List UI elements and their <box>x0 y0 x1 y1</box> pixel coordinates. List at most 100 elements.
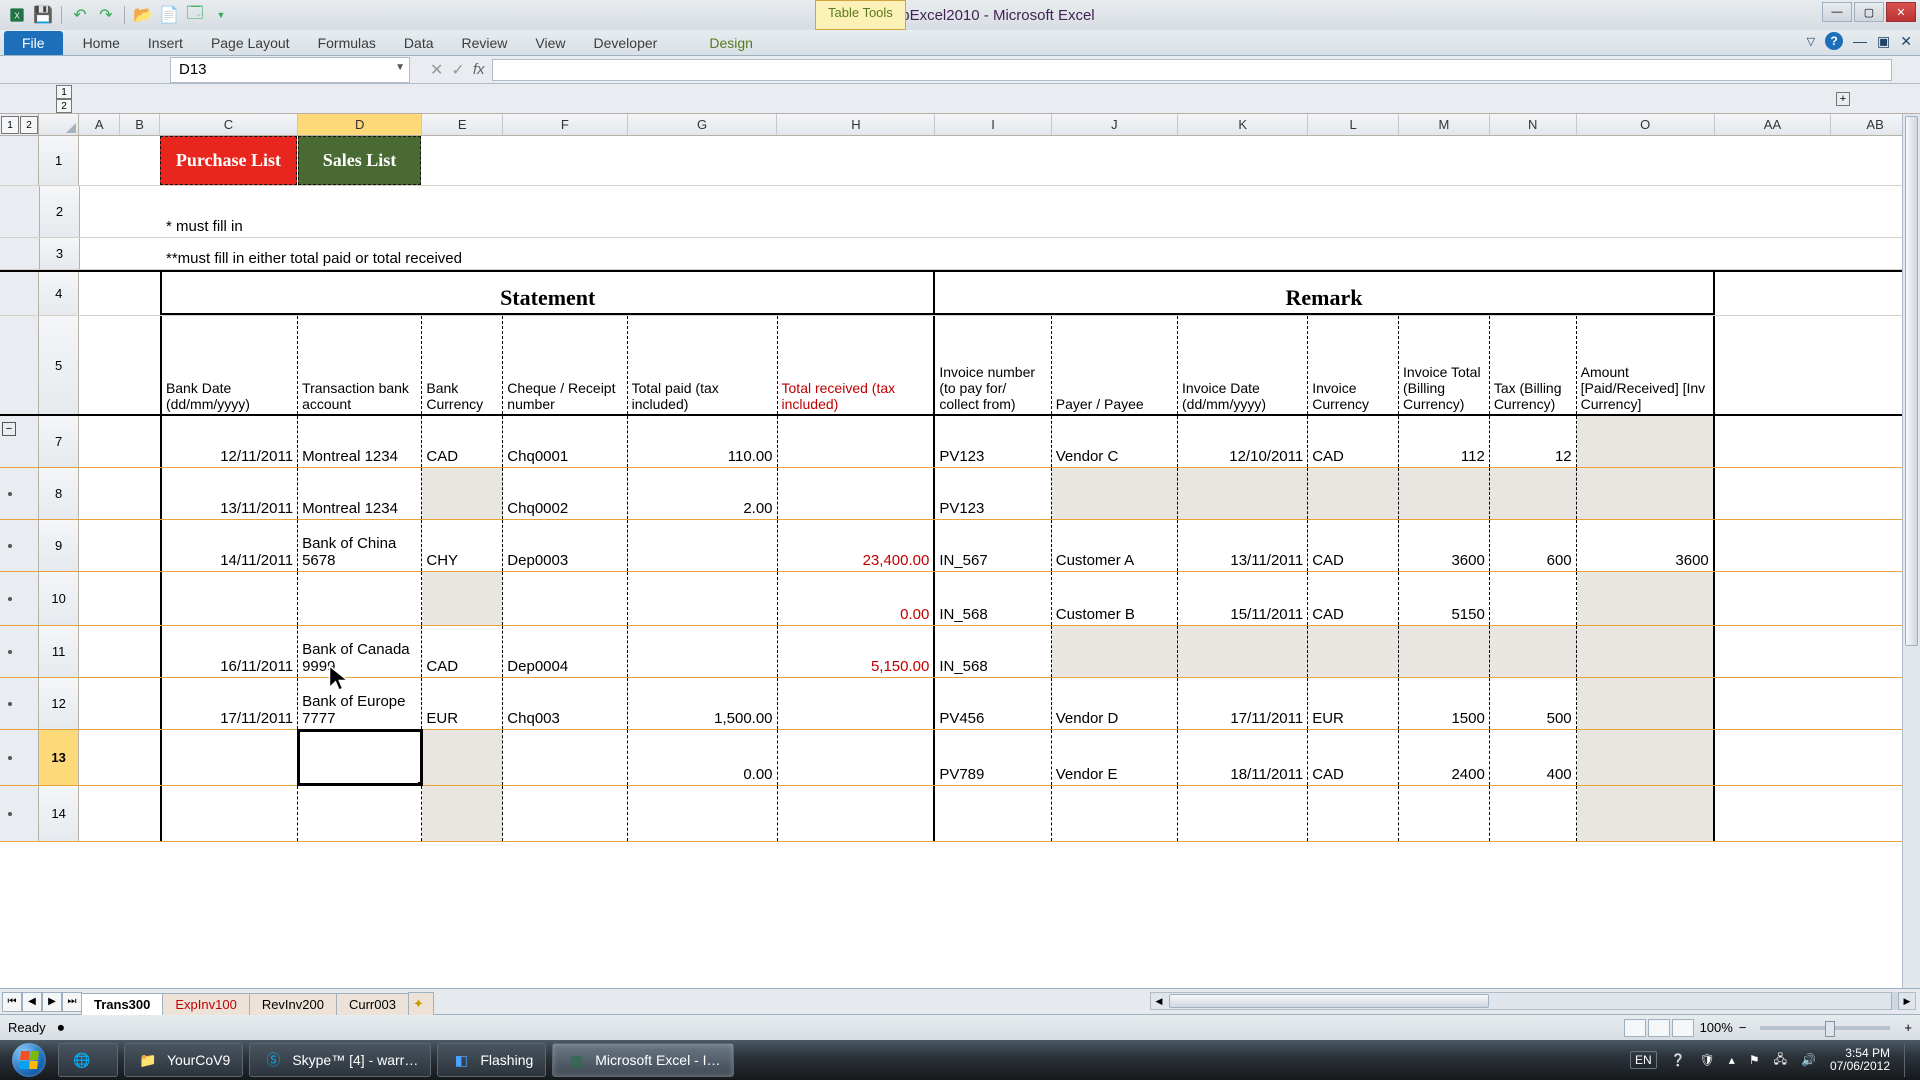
tab-file[interactable]: File <box>4 31 63 55</box>
view-page-break-icon[interactable] <box>1672 1019 1694 1037</box>
col-header-N[interactable]: N <box>1490 114 1577 135</box>
row-header-9[interactable]: 9 <box>39 520 78 571</box>
spreadsheet-grid[interactable]: 1 2 A B C D E F G H I J K L M N O AA AB … <box>0 114 1920 988</box>
cell[interactable]: 12/10/2011 <box>1178 416 1308 467</box>
purchase-list-button[interactable]: Purchase List <box>160 136 298 185</box>
row-header-10[interactable]: 10 <box>39 572 78 625</box>
header-bank-currency[interactable]: Bank Currency <box>422 316 503 414</box>
cell[interactable]: CAD <box>1308 416 1399 467</box>
col-header-G[interactable]: G <box>628 114 778 135</box>
group-header-statement[interactable]: Statement <box>160 272 935 315</box>
undo-icon[interactable]: ↶ <box>69 4 91 26</box>
cell[interactable] <box>79 136 121 185</box>
zoom-slider[interactable] <box>1760 1026 1890 1030</box>
name-box[interactable]: D13 ▼ <box>170 57 410 83</box>
row-header-1[interactable]: 1 <box>39 136 78 185</box>
col-header-E[interactable]: E <box>422 114 503 135</box>
cell[interactable]: PV123 <box>935 416 1051 467</box>
maximize-button[interactable]: ▢ <box>1854 2 1884 22</box>
tray-flag-icon[interactable]: ⚑ <box>1749 1053 1760 1067</box>
cell[interactable]: Vendor C <box>1052 416 1178 467</box>
col-header-K[interactable]: K <box>1178 114 1308 135</box>
cell[interactable]: 112 <box>1399 416 1490 467</box>
save-icon[interactable]: 💾 <box>32 4 54 26</box>
sheet-tab[interactable]: RevInv200 <box>249 993 337 1015</box>
outline-row-level-1[interactable]: 1 <box>1 116 19 134</box>
tray-help-icon[interactable]: ❔ <box>1671 1053 1686 1067</box>
cell[interactable] <box>1577 416 1715 467</box>
outline-col-level-1[interactable]: 1 <box>56 85 72 99</box>
header-amount[interactable]: Amount [Paid/Received] [Inv Currency] <box>1577 316 1715 414</box>
tab-developer[interactable]: Developer <box>580 31 672 55</box>
horizontal-scrollbar[interactable]: ◀ ▶ <box>1150 992 1916 1010</box>
note-1[interactable]: * must fill in <box>162 186 1748 237</box>
tab-design[interactable]: Design <box>695 31 767 55</box>
col-header-L[interactable]: L <box>1308 114 1399 135</box>
header-total-received[interactable]: Total received (tax included) <box>778 316 936 414</box>
col-header-O[interactable]: O <box>1577 114 1715 135</box>
workbook-restore-icon[interactable]: ▣ <box>1877 33 1890 50</box>
col-header-H[interactable]: H <box>777 114 935 135</box>
cell[interactable]: 12 <box>1490 416 1577 467</box>
col-header-A[interactable]: A <box>79 114 120 135</box>
start-button[interactable] <box>6 1041 52 1079</box>
tab-view[interactable]: View <box>521 31 579 55</box>
sheet-tab[interactable]: Curr003 <box>336 993 409 1015</box>
header-trans-account[interactable]: Transaction bank account <box>298 316 422 414</box>
header-tax[interactable]: Tax (Billing Currency) <box>1490 316 1577 414</box>
close-button[interactable]: ✕ <box>1886 2 1916 22</box>
view-page-layout-icon[interactable] <box>1648 1019 1670 1037</box>
header-payer-payee[interactable]: Payer / Payee <box>1052 316 1178 414</box>
vertical-scrollbar[interactable] <box>1902 114 1920 988</box>
scroll-left-icon[interactable]: ◀ <box>1151 993 1167 1009</box>
tray-up-icon[interactable]: ▴ <box>1729 1053 1735 1067</box>
taskbar-item[interactable]: ◧Flashing <box>437 1043 546 1077</box>
scroll-right-icon[interactable]: ▶ <box>1899 993 1915 1009</box>
cell[interactable] <box>778 416 936 467</box>
taskbar-item[interactable]: 📁YourCoV9 <box>124 1043 243 1077</box>
sales-list-button[interactable]: Sales List <box>298 136 422 185</box>
language-indicator[interactable]: EN <box>1630 1051 1657 1069</box>
note-2[interactable]: **must fill in either total paid or tota… <box>162 238 1748 269</box>
taskbar-item[interactable]: ⓈSkype™ [4] - warr… <box>249 1043 431 1077</box>
sheet-tab-active[interactable]: Trans300 <box>81 993 163 1015</box>
qat-dropdown-icon[interactable]: ▼ <box>210 4 232 26</box>
row-header-5[interactable]: 5 <box>39 316 78 414</box>
row-header-12[interactable]: 12 <box>39 678 78 729</box>
zoom-level[interactable]: 100% <box>1700 1020 1733 1035</box>
help-icon[interactable]: ? <box>1825 32 1843 50</box>
tab-formulas[interactable]: Formulas <box>304 31 390 55</box>
workbook-close-icon[interactable]: ✕ <box>1900 33 1912 50</box>
tab-insert[interactable]: Insert <box>134 31 197 55</box>
header-total-paid[interactable]: Total paid (tax included) <box>628 316 778 414</box>
row-header-7[interactable]: 7 <box>39 416 78 467</box>
enter-formula-icon[interactable]: ✓ <box>451 60 464 80</box>
outline-collapse-icon[interactable]: − <box>2 422 16 436</box>
cell[interactable]: 12/11/2011 <box>160 416 298 467</box>
col-header-B[interactable]: B <box>120 114 159 135</box>
col-header-I[interactable]: I <box>935 114 1051 135</box>
col-header-M[interactable]: M <box>1399 114 1490 135</box>
col-header-F[interactable]: F <box>503 114 627 135</box>
macro-record-icon[interactable]: ⏺ <box>58 1020 65 1036</box>
print-preview-icon[interactable]: 🗔 <box>184 4 206 26</box>
group-header-remark[interactable]: Remark <box>935 272 1714 315</box>
taskbar-ie[interactable]: 🌐 <box>58 1043 118 1077</box>
header-cheque-number[interactable]: Cheque / Receipt number <box>503 316 627 414</box>
show-desktop-button[interactable] <box>1904 1043 1914 1077</box>
cell[interactable]: Chq0001 <box>503 416 627 467</box>
select-all-corner[interactable] <box>39 114 78 135</box>
cell[interactable]: CAD <box>422 416 503 467</box>
row-header-13[interactable]: 13 <box>39 730 78 785</box>
sheet-tab[interactable]: ExpInv100 <box>162 993 249 1015</box>
cell[interactable]: 110.00 <box>628 416 778 467</box>
cell[interactable]: Montreal 1234 <box>298 416 422 467</box>
cancel-formula-icon[interactable]: ✕ <box>430 60 443 80</box>
tray-shield-icon[interactable]: 🛡 <box>1700 1053 1715 1067</box>
name-box-dropdown-icon[interactable]: ▼ <box>395 62 405 73</box>
tray-volume-icon[interactable]: 🔊 <box>1801 1053 1816 1067</box>
new-icon[interactable]: 📄 <box>158 4 180 26</box>
sheet-nav-first-icon[interactable]: ⏮ <box>2 992 22 1012</box>
minimize-button[interactable]: — <box>1822 2 1852 22</box>
zoom-in-icon[interactable]: + <box>1904 1020 1912 1035</box>
